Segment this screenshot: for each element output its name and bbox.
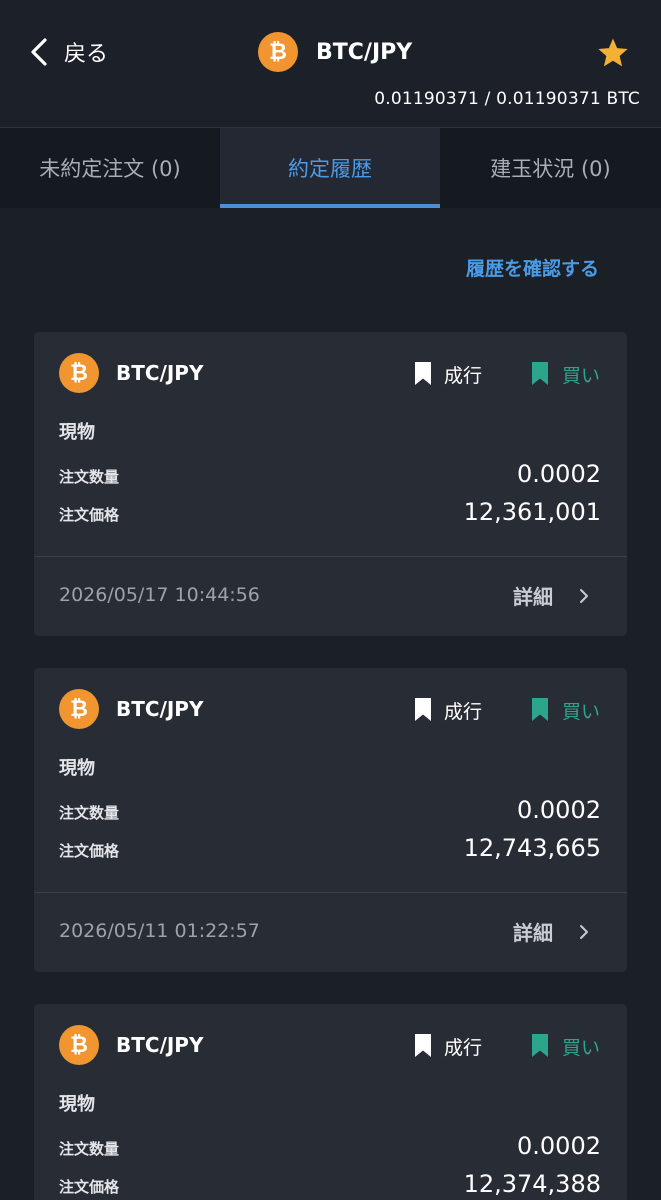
bookmark-icon bbox=[415, 362, 431, 385]
tab-positions[interactable]: 建玉状況 (0) bbox=[440, 128, 661, 208]
star-icon[interactable] bbox=[596, 36, 630, 70]
quantity-label: 注文数量 bbox=[59, 804, 120, 822]
trade-pair: BTC/JPY bbox=[116, 361, 204, 385]
trade-pair: BTC/JPY bbox=[116, 1033, 204, 1057]
bookmark-icon bbox=[415, 1034, 431, 1057]
detail-label: 詳細 bbox=[513, 921, 553, 945]
page-title: BTC/JPY bbox=[316, 39, 413, 65]
trade-side: 買い bbox=[562, 701, 601, 723]
tab-open-orders[interactable]: 未約定注文 (0) bbox=[0, 128, 220, 208]
trade-card: ₿ BTC/JPY 成行 買い 現物 注文数量 0.0002 注文価格 12,3… bbox=[34, 332, 627, 636]
detail-label: 詳細 bbox=[513, 585, 553, 609]
back-button[interactable]: 戻る bbox=[28, 34, 108, 70]
tab-bar: 未約定注文 (0) 約定履歴 建玉状況 (0) bbox=[0, 127, 661, 208]
detail-button[interactable]: 詳細 bbox=[513, 581, 589, 610]
product-type: 現物 bbox=[59, 758, 95, 779]
order-type: 成行 bbox=[444, 1037, 483, 1059]
bitcoin-icon: ₿ bbox=[59, 353, 99, 393]
chevron-left-icon bbox=[31, 38, 47, 66]
bitcoin-icon: ₿ bbox=[59, 1025, 99, 1065]
bookmark-icon bbox=[532, 362, 548, 385]
quantity-value: 0.0002 bbox=[517, 1132, 601, 1160]
price-label: 注文価格 bbox=[59, 842, 120, 860]
price-label: 注文価格 bbox=[59, 1178, 120, 1196]
bitcoin-icon: ₿ bbox=[59, 689, 99, 729]
order-type: 成行 bbox=[444, 365, 483, 387]
tab-trade-history[interactable]: 約定履歴 bbox=[220, 128, 440, 208]
price-value: 12,374,388 bbox=[463, 1170, 601, 1198]
bitcoin-icon: ₿ bbox=[258, 32, 298, 72]
product-type: 現物 bbox=[59, 1094, 95, 1115]
quantity-value: 0.0002 bbox=[517, 460, 601, 488]
back-label: 戻る bbox=[64, 42, 109, 67]
chevron-right-icon bbox=[580, 588, 588, 603]
product-type: 現物 bbox=[59, 422, 95, 443]
trade-side: 買い bbox=[562, 1037, 601, 1059]
trade-datetime: 2026/05/11 01:22:57 bbox=[59, 920, 260, 942]
pair-title-area: ₿ BTC/JPY bbox=[258, 30, 412, 74]
price-label: 注文価格 bbox=[59, 506, 120, 524]
trade-datetime: 2026/05/17 10:44:56 bbox=[59, 584, 260, 606]
trade-side: 買い bbox=[562, 365, 601, 387]
bookmark-icon bbox=[415, 698, 431, 721]
detail-button[interactable]: 詳細 bbox=[513, 917, 589, 946]
app-header: 戻る ₿ BTC/JPY 0.01190371 / 0.01190371 BTC bbox=[0, 0, 661, 127]
quantity-label: 注文数量 bbox=[59, 468, 120, 486]
bookmark-icon bbox=[532, 698, 548, 721]
price-value: 12,361,001 bbox=[463, 498, 601, 526]
trade-pair: BTC/JPY bbox=[116, 697, 204, 721]
quantity-label: 注文数量 bbox=[59, 1140, 120, 1158]
chevron-right-icon bbox=[580, 924, 588, 939]
trade-card: ₿ BTC/JPY 成行 買い 現物 注文数量 0.0002 注文価格 12,7… bbox=[34, 668, 627, 972]
bookmark-icon bbox=[532, 1034, 548, 1057]
quantity-value: 0.0002 bbox=[517, 796, 601, 824]
price-value: 12,743,665 bbox=[463, 834, 601, 862]
balance-text: 0.01190371 / 0.01190371 BTC bbox=[374, 89, 640, 109]
trade-card: ₿ BTC/JPY 成行 買い 現物 注文数量 0.0002 注文価格 12,3… bbox=[34, 1004, 627, 1200]
view-history-link[interactable]: 履歴を確認する bbox=[466, 254, 599, 281]
order-type: 成行 bbox=[444, 701, 483, 723]
